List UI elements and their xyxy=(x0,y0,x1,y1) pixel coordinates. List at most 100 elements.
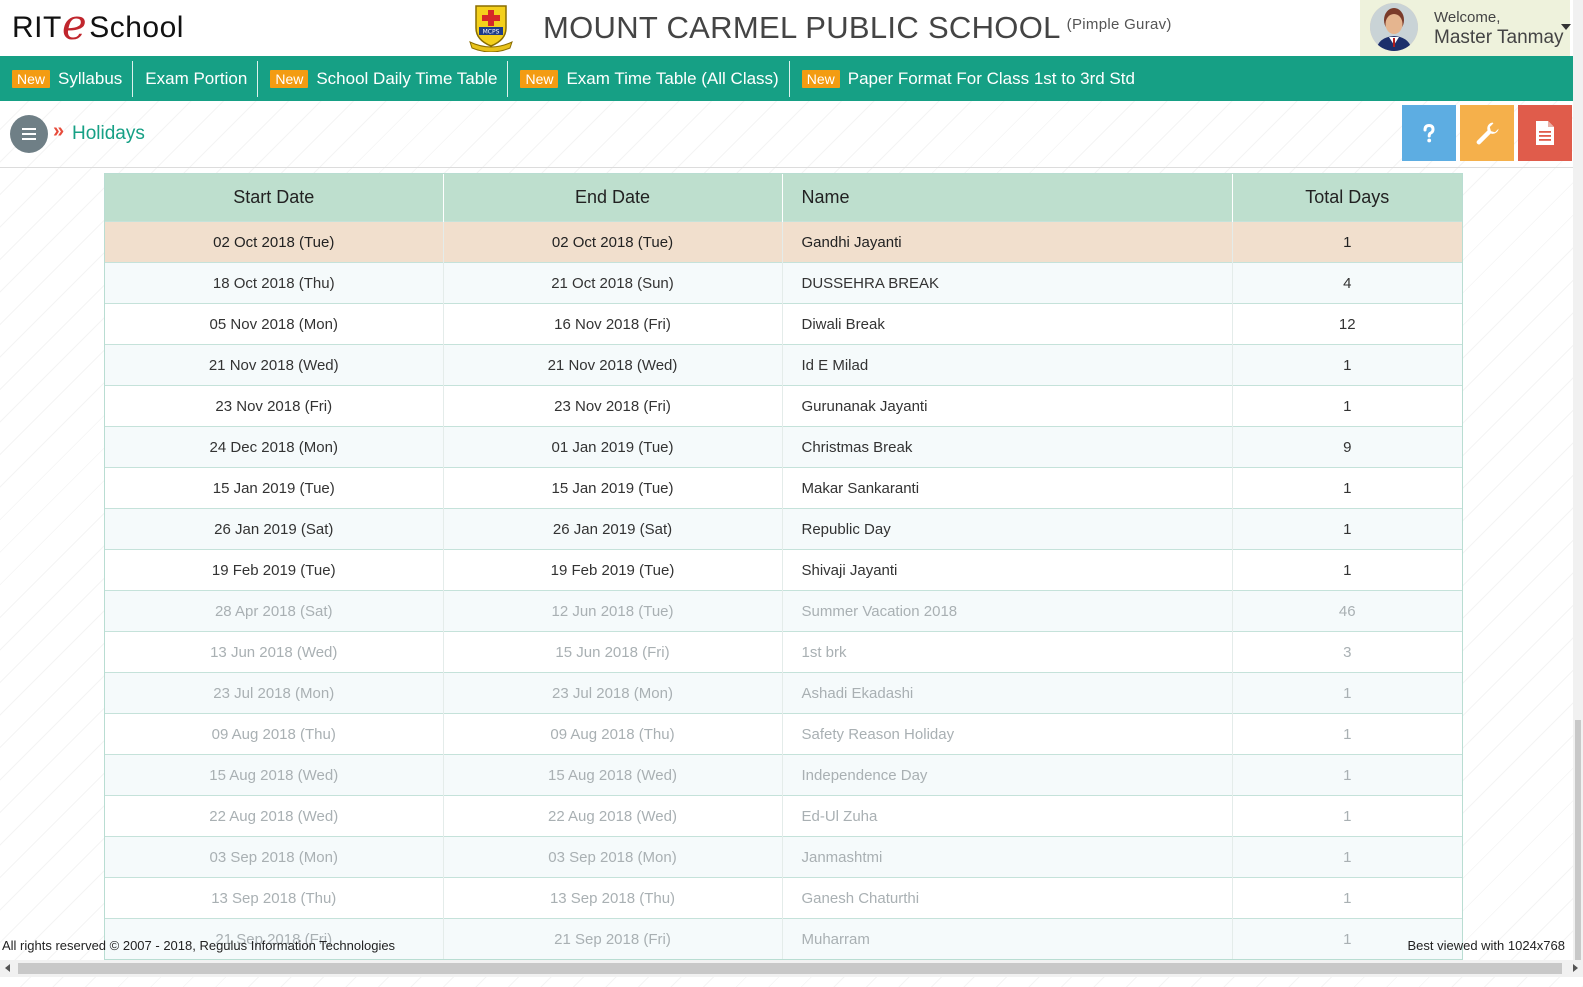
cell-start-date: 26 Jan 2019 (Sat) xyxy=(105,508,444,550)
nav-item-exam-portion[interactable]: Exam Portion xyxy=(132,60,257,97)
cell-start-date: 24 Dec 2018 (Mon) xyxy=(105,426,444,468)
table-row[interactable]: 21 Nov 2018 (Wed) 21 Nov 2018 (Wed) Id E… xyxy=(105,344,1462,386)
scroll-left-arrow-icon[interactable] xyxy=(5,964,10,972)
cell-name: Ganesh Chaturthi xyxy=(782,877,1233,919)
table-row[interactable]: 26 Jan 2019 (Sat) 26 Jan 2019 (Sat) Repu… xyxy=(105,508,1462,550)
header: RIT e School MCPS MOUNT CARMEL PUBLIC SCHO… xyxy=(0,0,1583,56)
column-header-end-date[interactable]: End Date xyxy=(443,174,783,222)
school-crest-icon: MCPS xyxy=(469,5,513,52)
cell-name: Safety Reason Holiday xyxy=(782,713,1233,755)
table-row[interactable]: 23 Jul 2018 (Mon) 23 Jul 2018 (Mon) Asha… xyxy=(105,672,1462,714)
school-title: MOUNT CARMEL PUBLIC SCHOOL (Pimple Gurav) xyxy=(543,10,1172,46)
nav-item-label: Paper Format For Class 1st to 3rd Std xyxy=(847,68,1135,88)
vertical-scrollbar-thumb[interactable] xyxy=(1575,720,1581,960)
user-menu[interactable]: Welcome, Master Tanmay xyxy=(1360,0,1571,56)
cell-name: DUSSEHRA BREAK xyxy=(782,262,1233,304)
cell-end-date: 12 Jun 2018 (Tue) xyxy=(443,590,783,632)
breadcrumb-bar: » Holidays xyxy=(0,101,1573,168)
cell-name: Gurunanak Jayanti xyxy=(782,385,1233,427)
hamburger-icon xyxy=(22,133,36,135)
cell-total-days: 1 xyxy=(1232,467,1462,509)
cell-start-date: 15 Aug 2018 (Wed) xyxy=(105,754,444,796)
cell-end-date: 16 Nov 2018 (Fri) xyxy=(443,303,783,345)
table-row[interactable]: 24 Dec 2018 (Mon) 01 Jan 2019 (Tue) Chri… xyxy=(105,426,1462,468)
cell-start-date: 18 Oct 2018 (Thu) xyxy=(105,262,444,304)
breadcrumb-current: Holidays xyxy=(72,123,145,144)
table-row[interactable]: 23 Nov 2018 (Fri) 23 Nov 2018 (Fri) Guru… xyxy=(105,385,1462,427)
nav-item-paper-format[interactable]: New Paper Format For Class 1st to 3rd St… xyxy=(788,60,1145,97)
table-row[interactable]: 13 Sep 2018 (Thu) 13 Sep 2018 (Thu) Gane… xyxy=(105,877,1462,919)
table-row[interactable]: 15 Aug 2018 (Wed) 15 Aug 2018 (Wed) Inde… xyxy=(105,754,1462,796)
table-row[interactable]: 03 Sep 2018 (Mon) 03 Sep 2018 (Mon) Janm… xyxy=(105,836,1462,878)
scroll-right-arrow-icon[interactable] xyxy=(1573,964,1578,972)
report-button[interactable] xyxy=(1518,105,1572,161)
cell-end-date: 21 Nov 2018 (Wed) xyxy=(443,344,783,386)
logo-text-e: e xyxy=(61,0,88,49)
cell-total-days: 1 xyxy=(1232,795,1462,837)
wrench-icon xyxy=(1476,122,1499,145)
cell-start-date: 19 Feb 2019 (Tue) xyxy=(105,549,444,591)
breadcrumb-separator: » xyxy=(53,120,65,142)
horizontal-scrollbar[interactable] xyxy=(0,960,1583,977)
nav-item-syllabus[interactable]: New Syllabus xyxy=(0,56,132,101)
cell-start-date: 13 Jun 2018 (Wed) xyxy=(105,631,444,673)
caret-down-icon[interactable] xyxy=(1561,24,1571,30)
cell-start-date: 02 Oct 2018 (Tue) xyxy=(105,221,444,263)
cell-name: Id E Milad xyxy=(782,344,1233,386)
cell-total-days: 46 xyxy=(1232,590,1462,632)
table-header-row: Start Date End Date Name Total Days xyxy=(105,174,1462,222)
cell-start-date: 03 Sep 2018 (Mon) xyxy=(105,836,444,878)
table-row[interactable]: 13 Jun 2018 (Wed) 15 Jun 2018 (Fri) 1st … xyxy=(105,631,1462,673)
cell-start-date: 23 Jul 2018 (Mon) xyxy=(105,672,444,714)
cell-name: Muharram xyxy=(782,918,1233,959)
cell-total-days: 1 xyxy=(1232,221,1462,263)
cell-end-date: 26 Jan 2019 (Sat) xyxy=(443,508,783,550)
sidebar-toggle-button[interactable] xyxy=(10,115,48,153)
logo-text-school: School xyxy=(89,11,184,44)
cell-start-date: 13 Sep 2018 (Thu) xyxy=(105,877,444,919)
table-row[interactable]: 09 Aug 2018 (Thu) 09 Aug 2018 (Thu) Safe… xyxy=(105,713,1462,755)
cell-total-days: 1 xyxy=(1232,713,1462,755)
cell-name: Summer Vacation 2018 xyxy=(782,590,1233,632)
horizontal-scrollbar-thumb[interactable] xyxy=(18,963,1562,974)
table-row[interactable]: 28 Apr 2018 (Sat) 12 Jun 2018 (Tue) Summ… xyxy=(105,590,1462,632)
help-button[interactable] xyxy=(1402,105,1456,161)
cell-total-days: 1 xyxy=(1232,877,1462,919)
table-row[interactable]: 19 Feb 2019 (Tue) 19 Feb 2019 (Tue) Shiv… xyxy=(105,549,1462,591)
user-photo-icon xyxy=(1370,3,1418,51)
column-header-total-days[interactable]: Total Days xyxy=(1232,174,1462,222)
vertical-scrollbar[interactable] xyxy=(1573,0,1583,960)
cell-total-days: 1 xyxy=(1232,836,1462,878)
cell-total-days: 1 xyxy=(1232,672,1462,714)
school-name: MOUNT CARMEL PUBLIC SCHOOL xyxy=(543,10,1061,45)
cell-start-date: 22 Aug 2018 (Wed) xyxy=(105,795,444,837)
footer-copyright: All rights reserved © 2007 - 2018, Regul… xyxy=(2,938,396,953)
cell-end-date: 15 Jun 2018 (Fri) xyxy=(443,631,783,673)
column-header-name[interactable]: Name xyxy=(782,174,1233,222)
cell-name: Ashadi Ekadashi xyxy=(782,672,1233,714)
table-row[interactable]: 22 Aug 2018 (Wed) 22 Aug 2018 (Wed) Ed-U… xyxy=(105,795,1462,837)
riteschool-logo[interactable]: RIT e School xyxy=(12,0,184,50)
cell-name: Makar Sankaranti xyxy=(782,467,1233,509)
settings-button[interactable] xyxy=(1460,105,1514,161)
cell-start-date: 21 Nov 2018 (Wed) xyxy=(105,344,444,386)
table-row[interactable]: 02 Oct 2018 (Tue) 02 Oct 2018 (Tue) Gand… xyxy=(105,221,1462,263)
nav-item-exam-time-table[interactable]: New Exam Time Table (All Class) xyxy=(507,60,788,97)
cell-start-date: 05 Nov 2018 (Mon) xyxy=(105,303,444,345)
question-icon xyxy=(1423,123,1435,143)
new-badge: New xyxy=(270,69,309,88)
cell-total-days: 9 xyxy=(1232,426,1462,468)
footer-best-viewed: Best viewed with 1024x768 xyxy=(1407,938,1565,953)
cell-end-date: 02 Oct 2018 (Tue) xyxy=(443,221,783,263)
table-row[interactable]: 05 Nov 2018 (Mon) 16 Nov 2018 (Fri) Diwa… xyxy=(105,303,1462,345)
cell-end-date: 09 Aug 2018 (Thu) xyxy=(443,713,783,755)
cell-total-days: 4 xyxy=(1232,262,1462,304)
cell-end-date: 22 Aug 2018 (Wed) xyxy=(443,795,783,837)
table-row[interactable]: 18 Oct 2018 (Thu) 21 Oct 2018 (Sun) DUSS… xyxy=(105,262,1462,304)
table-row[interactable]: 15 Jan 2019 (Tue) 15 Jan 2019 (Tue) Maka… xyxy=(105,467,1462,509)
welcome-label: Welcome, xyxy=(1434,9,1501,26)
top-nav: New Syllabus Exam Portion New School Dai… xyxy=(0,56,1573,101)
column-header-start-date[interactable]: Start Date xyxy=(105,174,444,222)
nav-item-daily-time-table[interactable]: New School Daily Time Table xyxy=(257,60,507,97)
logo-text-rit: RIT xyxy=(12,11,62,44)
